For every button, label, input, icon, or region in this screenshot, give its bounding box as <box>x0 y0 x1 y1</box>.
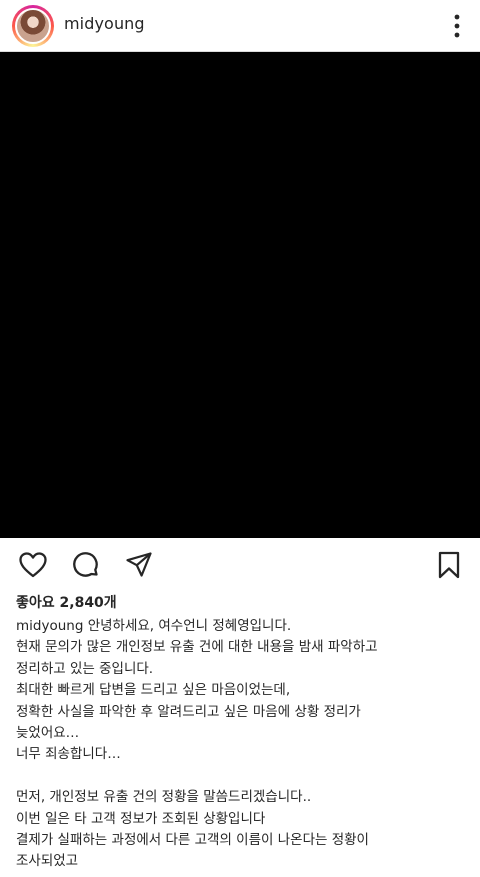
more-options-button[interactable] <box>444 10 470 42</box>
caption-text: 안녕하세요, 여수언니 정혜영입니다. <box>87 618 292 634</box>
caption-line: 먼저, 개인정보 유출 건의 정황을 말씀드리겠습니다.. <box>16 789 312 806</box>
caption-username[interactable]: midyoung <box>16 618 83 634</box>
likes-count[interactable]: 좋아요 2,840개 <box>16 592 117 612</box>
caption-line: 조사되었고 <box>16 853 79 870</box>
post-caption: midyoung 안녕하세요, 여수언니 정혜영입니다. 현재 문의가 많은 개… <box>16 616 466 873</box>
caption-line: 정확한 사실을 파악한 후 알려드리고 싶은 마음에 상황 정리가 <box>16 703 361 720</box>
heart-icon <box>19 552 47 578</box>
comment-icon <box>73 552 98 577</box>
caption-line: midyoung 안녕하세요, 여수언니 정혜영입니다. <box>16 616 466 637</box>
post-header: midyoung <box>0 0 480 52</box>
bookmark-icon <box>438 551 460 579</box>
post-media[interactable] <box>0 52 480 538</box>
avatar[interactable] <box>15 8 51 44</box>
caption-line: 현재 문의가 많은 개인정보 유출 건에 대한 내용을 밤새 파악하고 <box>16 639 378 656</box>
username-link[interactable]: midyoung <box>64 14 145 33</box>
caption-line: 정리하고 있는 중입니다. <box>16 660 154 677</box>
action-bar <box>0 538 480 590</box>
caption-line: 늦었어요… <box>16 725 80 742</box>
caption-line: 이번 일은 타 고객 정보가 조회된 상황입니다 <box>16 810 266 827</box>
paper-plane-icon <box>126 552 152 577</box>
caption-line: 최대한 빠르게 답변을 드리고 싶은 마음이었는데, <box>16 682 291 699</box>
comment-button[interactable] <box>71 550 101 580</box>
like-button[interactable] <box>18 550 48 580</box>
save-button[interactable] <box>434 550 464 580</box>
more-vertical-icon <box>454 14 460 38</box>
caption-line: 너무 죄송합니다… <box>16 746 121 763</box>
story-ring[interactable] <box>12 5 54 47</box>
caption-line: 결제가 실패하는 과정에서 다른 고객의 이름이 나온다는 정황이 <box>16 832 369 849</box>
share-button[interactable] <box>124 550 154 580</box>
